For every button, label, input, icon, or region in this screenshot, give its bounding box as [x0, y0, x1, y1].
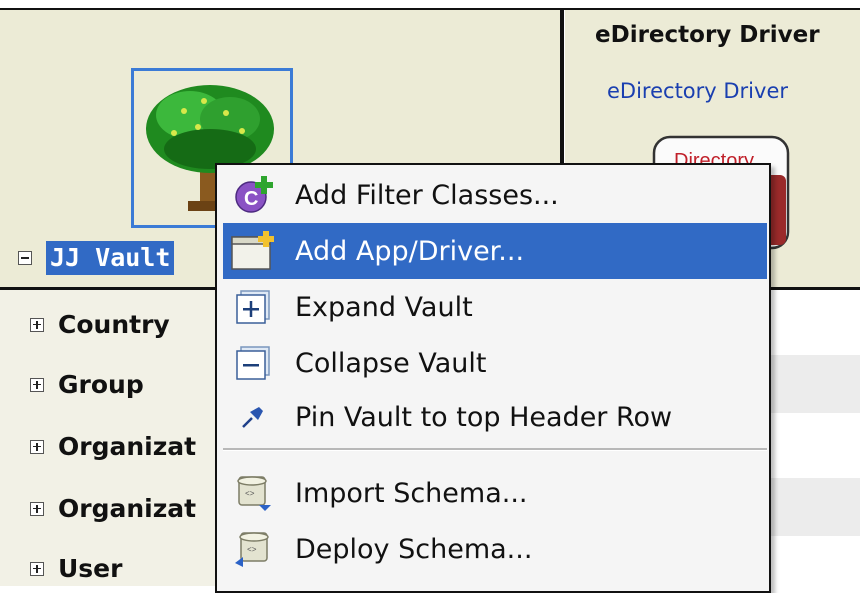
sidebar-item-organizational-unit[interactable]: Organizat [30, 494, 196, 523]
pin-icon [223, 389, 283, 445]
menu-item-label: Expand Vault [295, 291, 473, 323]
menu-item-pin-vault[interactable]: Pin Vault to top Header Row [223, 389, 767, 445]
menu-item-label: Collapse Vault [295, 347, 487, 379]
driver-header-title: eDirectory Driver [595, 22, 820, 48]
sidebar-item-label: Group [58, 370, 144, 399]
sidebar-item-label: Country [58, 310, 170, 339]
context-menu: C Add Filter Classes... Add App/Driver..… [215, 163, 771, 593]
sidebar-item-label: User [58, 554, 123, 583]
menu-item-label: Add App/Driver... [295, 235, 525, 267]
menu-item-label: Import Schema... [295, 477, 528, 509]
sidebar-item-country[interactable]: Country [30, 310, 170, 339]
expand-toggle-icon[interactable] [30, 561, 44, 576]
menu-item-import-schema[interactable]: <> Import Schema... [223, 465, 767, 521]
menu-separator [223, 448, 767, 451]
expand-toggle-icon[interactable] [30, 377, 44, 392]
svg-text:<>: <> [247, 546, 257, 555]
expand-toggle-icon[interactable] [30, 501, 44, 516]
sidebar-item-label: Organizat [58, 432, 197, 461]
svg-text:C: C [244, 188, 258, 210]
menu-item-label: Deploy Schema... [295, 533, 533, 565]
vault-label[interactable]: JJ Vault [46, 241, 175, 275]
menu-item-label: Pin Vault to top Header Row [295, 401, 673, 433]
sidebar-item-organization[interactable]: Organizat [30, 432, 196, 461]
menu-item-collapse-vault[interactable]: Collapse Vault [223, 335, 767, 391]
menu-item-add-filter-classes[interactable]: C Add Filter Classes... [223, 167, 767, 223]
menu-item-label: Add Filter Classes... [295, 179, 559, 211]
collapse-icon [223, 335, 283, 391]
sidebar-item-group[interactable]: Group [30, 370, 144, 399]
svg-text:<>: <> [245, 490, 255, 499]
import-schema-icon: <> [223, 465, 283, 521]
expand-toggle-icon[interactable] [30, 317, 44, 332]
expand-icon [223, 279, 283, 335]
grid-row-stripe [770, 355, 860, 413]
menu-item-add-app-driver[interactable]: Add App/Driver... [223, 223, 767, 279]
add-filter-class-icon: C [223, 167, 283, 223]
collapse-toggle-icon[interactable] [18, 251, 32, 265]
sidebar-item-label: Organizat [58, 494, 197, 523]
window-top-border [0, 0, 860, 10]
vault-row: JJ Vault [18, 240, 175, 276]
deploy-schema-icon: <> [223, 521, 283, 577]
menu-item-expand-vault[interactable]: Expand Vault [223, 279, 767, 335]
driver-link[interactable]: eDirectory Driver [607, 79, 788, 103]
sidebar-item-user[interactable]: User [30, 554, 122, 583]
expand-toggle-icon[interactable] [30, 439, 44, 454]
add-driver-icon [223, 223, 283, 279]
menu-item-deploy-schema[interactable]: <> Deploy Schema... [223, 521, 767, 577]
grid-row-stripe [770, 478, 860, 536]
